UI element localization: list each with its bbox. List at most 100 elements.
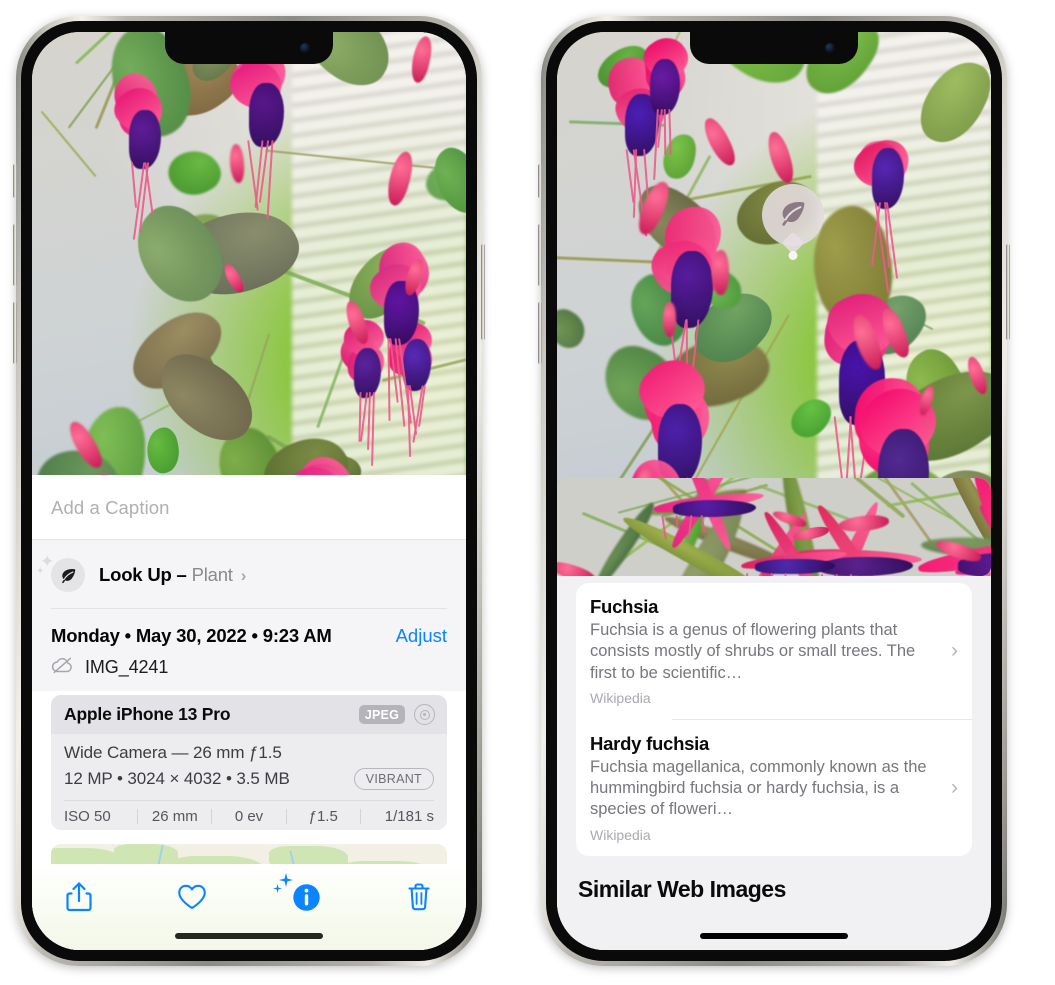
lookup-section: ✦ ✦ Look Up – Plant › xyxy=(32,540,466,609)
flower-shape xyxy=(764,129,798,185)
left-phone-device: Add a Caption ✦ ✦ Look Up – Plant › Mond… xyxy=(16,16,482,966)
exif-stat-focal: 26 mm xyxy=(138,808,211,825)
flower-shape xyxy=(367,392,370,450)
flower-shape xyxy=(403,339,431,391)
camera-device-name: Apple iPhone 13 Pro xyxy=(64,704,230,725)
entry-source: Wikipedia xyxy=(590,827,937,843)
flower-shape xyxy=(249,83,283,147)
leaf-icon: ✦ ✦ xyxy=(51,558,85,592)
exif-stat-aperture: ƒ1.5 xyxy=(287,808,360,825)
aperture-icon xyxy=(414,704,435,725)
format-badge: JPEG xyxy=(359,705,405,724)
volume-up-button[interactable] xyxy=(538,224,542,286)
flower-shape xyxy=(162,141,227,204)
entry-source: Wikipedia xyxy=(590,690,937,706)
caption-placeholder[interactable]: Add a Caption xyxy=(51,497,447,519)
volume-down-button[interactable] xyxy=(13,302,17,364)
flower-shape xyxy=(557,305,592,354)
entry-title: Hardy fuchsia xyxy=(590,733,937,755)
flower-shape xyxy=(746,573,748,576)
flower-shape xyxy=(354,348,381,398)
flower-shape xyxy=(371,392,374,466)
trash-icon[interactable] xyxy=(406,882,432,912)
photographic-style-badge: VIBRANT xyxy=(354,768,434,790)
flower-shape xyxy=(557,558,597,576)
power-button[interactable] xyxy=(481,244,485,340)
flower-shape xyxy=(662,302,676,338)
results-sheet: Results Siri Knowledge Show More xyxy=(557,478,991,950)
flower-shape xyxy=(143,425,183,476)
chevron-right-icon: › xyxy=(241,566,246,585)
home-indicator[interactable] xyxy=(700,933,848,939)
sparkle-icon-small: ✦ xyxy=(36,567,44,577)
flower-shape xyxy=(664,109,666,155)
resolution-info: 12 MP • 3024 × 4032 • 3.5 MB xyxy=(64,769,290,789)
lens-info: Wide Camera — 26 mm ƒ1.5 xyxy=(64,743,434,763)
right-phone-bezel: Results Siri Knowledge Show More xyxy=(546,21,1002,961)
right-phone-screen: Results Siri Knowledge Show More xyxy=(557,32,991,950)
heart-icon[interactable] xyxy=(177,883,207,911)
similar-web-images-heading: Similar Web Images xyxy=(578,876,786,903)
look-up-label: Look Up – Plant › xyxy=(99,564,246,586)
flower-shape xyxy=(910,51,991,155)
flower-shape xyxy=(673,500,756,516)
visual-look-up-badge[interactable] xyxy=(762,184,824,246)
entry-title: Fuchsia xyxy=(590,596,937,618)
flower-shape xyxy=(228,144,244,184)
flower-shape xyxy=(872,148,905,209)
left-phone-screen: Add a Caption ✦ ✦ Look Up – Plant › Mond… xyxy=(32,32,466,950)
flower-shape xyxy=(265,150,450,171)
flower-shape xyxy=(650,59,680,115)
front-camera xyxy=(300,43,310,53)
exif-stat-ev: 0 ev xyxy=(212,808,285,825)
web-image-thumbnail[interactable] xyxy=(557,478,991,576)
knowledge-entry-fuchsia[interactable]: Fuchsia Fuchsia is a genus of flowering … xyxy=(576,583,972,719)
exif-stat-iso: ISO 50 xyxy=(64,808,137,825)
exif-body: Wide Camera — 26 mm ƒ1.5 12 MP • 3024 × … xyxy=(51,734,447,800)
leaf-icon xyxy=(777,197,809,234)
notch xyxy=(165,32,333,64)
flower-shape xyxy=(383,150,416,208)
look-up-plant-row[interactable]: ✦ ✦ Look Up – Plant › xyxy=(51,552,447,608)
home-indicator[interactable] xyxy=(175,933,323,939)
entry-description: Fuchsia magellanica, commonly known as t… xyxy=(590,757,937,821)
photo-date: Monday • May 30, 2022 • 9:23 AM xyxy=(51,625,332,647)
flower-shape xyxy=(662,133,698,182)
volume-down-button[interactable] xyxy=(538,302,542,364)
metadata-section: Monday • May 30, 2022 • 9:23 AM Adjust I… xyxy=(32,609,466,691)
flower-shape xyxy=(131,162,137,208)
flower-shape xyxy=(821,574,823,576)
info-sparkle-icon[interactable] xyxy=(292,883,321,912)
exif-card: Apple iPhone 13 Pro JPEG Wide Camera — 2… xyxy=(51,695,447,830)
sparkle-icon-small xyxy=(273,884,282,893)
look-up-label-subject: Plant xyxy=(192,564,233,585)
knowledge-entry-hardy-fuchsia[interactable]: Hardy fuchsia Fuchsia magellanica, commo… xyxy=(576,720,972,856)
siri-knowledge-card: Fuchsia Fuchsia is a genus of flowering … xyxy=(576,583,972,856)
flower-shape xyxy=(785,391,835,444)
volume-up-button[interactable] xyxy=(13,224,17,286)
silent-switch[interactable] xyxy=(538,164,542,198)
right-phone-device: Results Siri Knowledge Show More xyxy=(541,16,1007,966)
notch xyxy=(690,32,858,64)
similar-web-images-header: Similar Web Images xyxy=(557,856,991,909)
adjust-button[interactable]: Adjust xyxy=(396,625,447,647)
flower-shape xyxy=(408,35,435,84)
entry-description: Fuchsia is a genus of flowering plants t… xyxy=(590,620,937,684)
chevron-right-icon: › xyxy=(951,776,958,800)
photo-filename: IMG_4241 xyxy=(85,657,168,678)
front-camera xyxy=(825,43,835,53)
flower-shape xyxy=(129,110,161,169)
left-phone-bezel: Add a Caption ✦ ✦ Look Up – Plant › Mond… xyxy=(21,21,477,961)
share-icon[interactable] xyxy=(66,881,92,913)
screenshot-stage: Add a Caption ✦ ✦ Look Up – Plant › Mond… xyxy=(0,0,1055,985)
flower-shape xyxy=(712,250,730,295)
caption-row[interactable]: Add a Caption xyxy=(32,475,466,540)
power-button[interactable] xyxy=(1006,244,1010,340)
flower-shape xyxy=(835,574,837,576)
exif-stats-row: ISO 50 26 mm 0 ev ƒ1.5 1/181 s xyxy=(51,801,447,830)
exif-stat-shutter: 1/181 s xyxy=(361,808,434,825)
flower-shape xyxy=(668,109,671,155)
look-up-label-bold: Look Up – xyxy=(99,564,187,585)
silent-switch[interactable] xyxy=(13,164,17,198)
exif-header: Apple iPhone 13 Pro JPEG xyxy=(51,695,447,734)
